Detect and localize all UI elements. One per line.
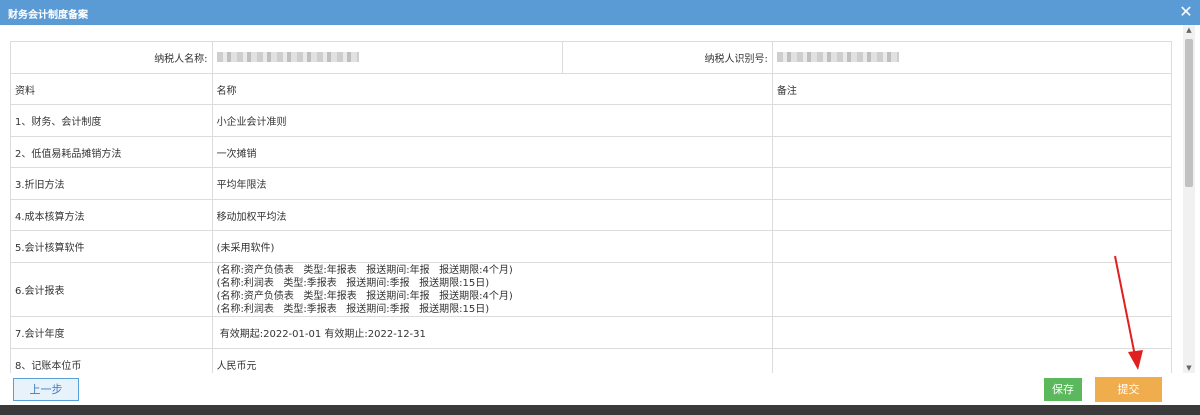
close-icon[interactable]: ✕ <box>1176 2 1196 22</box>
row-name-report-list: (名称:资产负债表 类型:年报表 报送期间:年报 报送期限:4个月) (名称:利… <box>211 262 773 317</box>
row-name: 人民币元 <box>211 348 773 373</box>
taxpayer-name-value <box>211 41 564 74</box>
table-row: 1、财务、会计制度 小企业会计准则 <box>10 104 1173 137</box>
scroll-down-icon[interactable]: ▼ <box>1183 363 1195 373</box>
report-line: (名称:利润表 类型:季报表 报送期间:季报 报送期限:15日) <box>216 303 490 315</box>
row-name: 平均年限法 <box>211 167 773 200</box>
row-remark[interactable] <box>771 136 1173 168</box>
report-line: (名称:资产负债表 类型:年报表 报送期间:年报 报送期限:4个月) <box>216 264 513 276</box>
row-name: 移动加权平均法 <box>211 199 773 231</box>
row-name: 小企业会计准则 <box>211 104 773 137</box>
redacted-taxpayer-name <box>216 52 359 62</box>
row-remark[interactable] <box>771 167 1173 200</box>
taxpayer-name-label: 纳税人名称: <box>10 41 213 74</box>
row-material: 1、财务、会计制度 <box>10 104 213 137</box>
dialog-title: 财务会计制度备案 <box>8 10 88 21</box>
report-line: (名称:资产负债表 类型:年报表 报送期间:年报 报送期限:4个月) <box>216 290 513 302</box>
previous-step-button[interactable]: 上一步 <box>13 378 79 401</box>
red-arrow-annotation-icon <box>1114 255 1143 370</box>
row-remark[interactable] <box>771 199 1173 231</box>
taxpayer-id-label: 纳税人识别号: <box>562 41 773 74</box>
row-name: 有效期起:2022-01-01 有效期止:2022-12-31 <box>211 316 773 349</box>
row-material: 8、记账本位币 <box>10 348 213 373</box>
table-row: 8、记账本位币 人民币元 <box>10 348 1173 373</box>
col-header-name: 名称 <box>211 73 773 105</box>
table-row: 5.会计核算软件 (未采用软件) <box>10 230 1173 263</box>
table-row: 6.会计报表 (名称:资产负债表 类型:年报表 报送期间:年报 报送期限:4个月… <box>10 262 1173 317</box>
taxpayer-id-value <box>771 41 1173 74</box>
column-header-row: 资料 名称 备注 <box>10 73 1173 105</box>
table-row: 7.会计年度 有效期起:2022-01-01 有效期止:2022-12-31 <box>10 316 1173 349</box>
table-row: 2、低值易耗品摊销方法 一次摊销 <box>10 136 1173 168</box>
report-line: (名称:利润表 类型:季报表 报送期间:季报 报送期限:15日) <box>216 277 490 289</box>
filing-table: 纳税人名称: 纳税人识别号: 资料 名称 备注 1、财务、会计制度 小企业会计准… <box>10 41 1173 373</box>
row-remark[interactable] <box>771 104 1173 137</box>
row-material: 7.会计年度 <box>10 316 213 349</box>
taxpayer-header-row: 纳税人名称: 纳税人识别号: <box>10 41 1173 74</box>
row-name: (未采用软件) <box>211 230 773 263</box>
submit-button[interactable]: 提交 <box>1095 377 1162 402</box>
row-material: 4.成本核算方法 <box>10 199 213 231</box>
dialog-titlebar: 财务会计制度备案 ✕ <box>0 0 1200 25</box>
save-button[interactable]: 保存 <box>1044 378 1082 401</box>
scroll-up-icon[interactable]: ▲ <box>1183 25 1195 35</box>
redacted-taxpayer-id <box>776 52 899 62</box>
row-name: 一次摊销 <box>211 136 773 168</box>
row-material: 3.折旧方法 <box>10 167 213 200</box>
table-row: 4.成本核算方法 移动加权平均法 <box>10 199 1173 231</box>
vertical-scrollbar[interactable]: ▲ ▼ <box>1183 25 1195 373</box>
row-material: 5.会计核算软件 <box>10 230 213 263</box>
form-scroll-area[interactable]: 纳税人名称: 纳税人识别号: 资料 名称 备注 1、财务、会计制度 小企业会计准… <box>0 25 1181 373</box>
row-material: 6.会计报表 <box>10 262 213 317</box>
window-bottom-edge <box>0 405 1200 415</box>
col-header-material: 资料 <box>10 73 213 105</box>
table-row: 3.折旧方法 平均年限法 <box>10 167 1173 200</box>
scrollbar-thumb[interactable] <box>1185 39 1193 187</box>
dialog-body: 纳税人名称: 纳税人识别号: 资料 名称 备注 1、财务、会计制度 小企业会计准… <box>0 25 1200 415</box>
row-material: 2、低值易耗品摊销方法 <box>10 136 213 168</box>
col-header-remark: 备注 <box>771 73 1173 105</box>
